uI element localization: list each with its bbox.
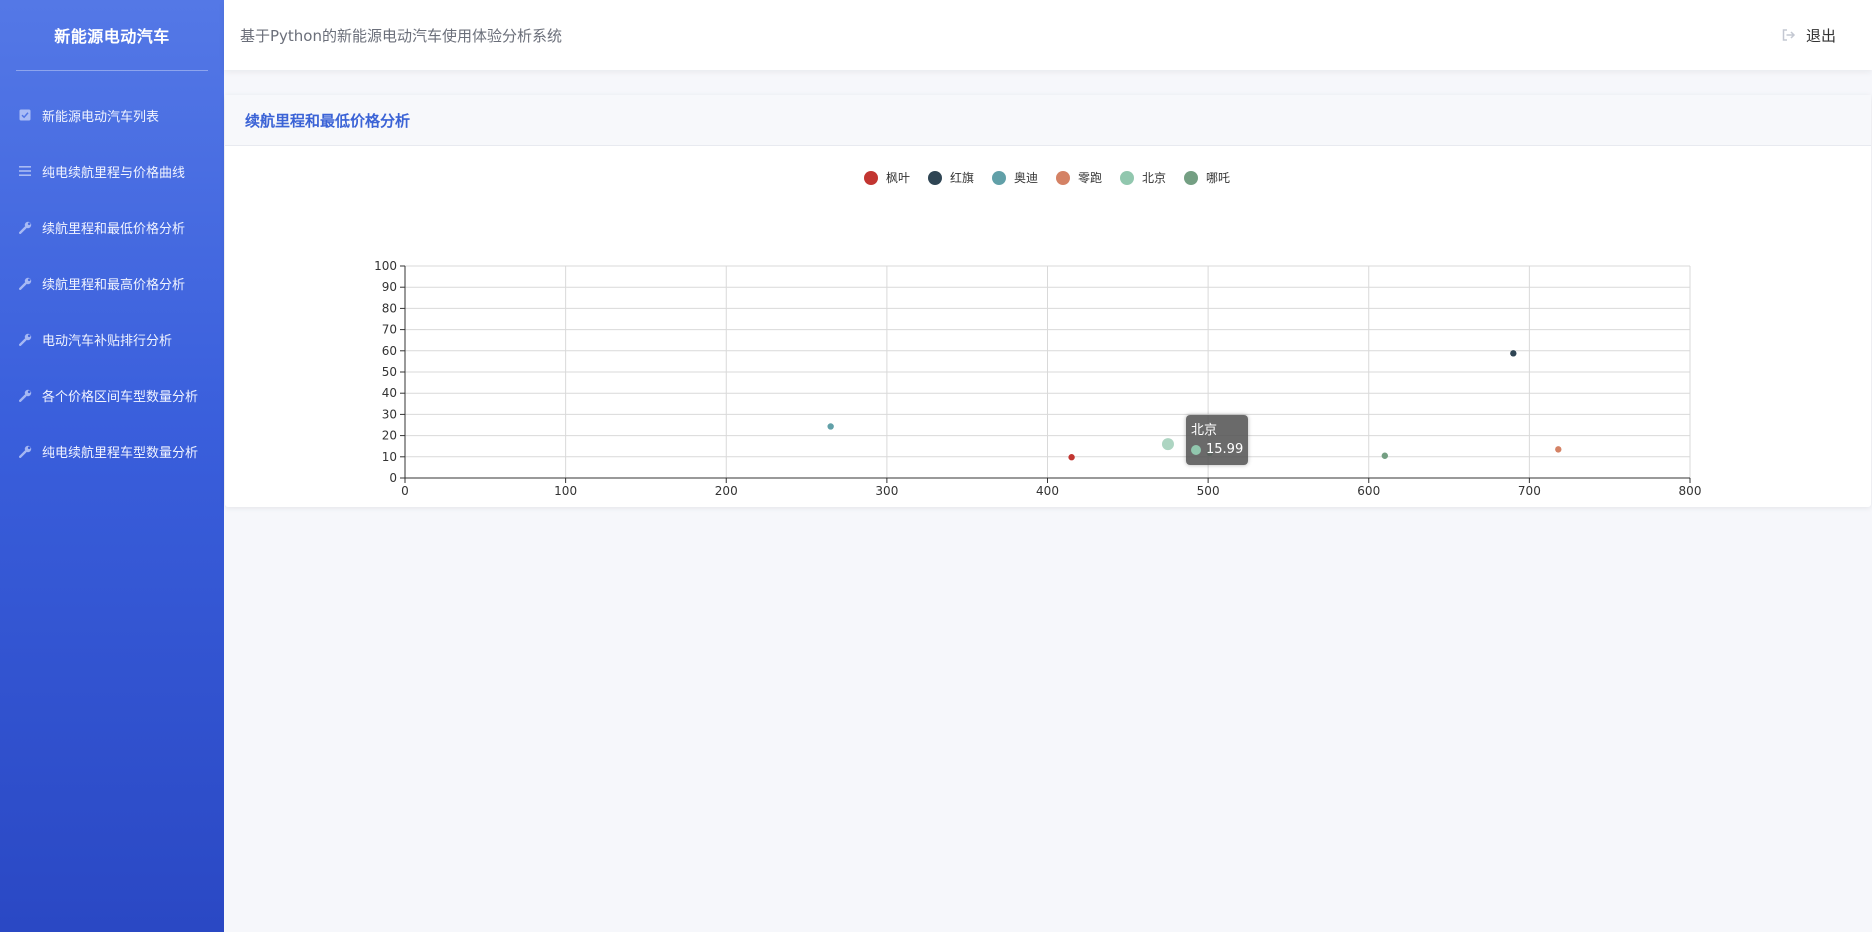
y-tick-label: 90: [382, 280, 397, 294]
sidebar-item-label: 续航里程和最高价格分析: [42, 277, 186, 293]
sidebar-item-range-price-curve[interactable]: 纯电续航里程与价格曲线: [0, 143, 224, 199]
brand-title: 新能源电动汽车: [54, 27, 170, 46]
sidebar-item-price-range-count[interactable]: 各个价格区间车型数量分析: [0, 367, 224, 423]
sidebar-item-range-model-count[interactable]: 纯电续航里程车型数量分析: [0, 423, 224, 479]
sidebar-item-label: 各个价格区间车型数量分析: [42, 389, 199, 405]
legend-marker: [928, 171, 942, 185]
y-tick-label: 60: [382, 344, 397, 358]
sidebar-item-ev-list[interactable]: 新能源电动汽车列表: [0, 87, 224, 143]
wrench-icon: [18, 276, 32, 290]
x-tick-label: 200: [715, 484, 738, 498]
sidebar-item-subsidy-ranking[interactable]: 电动汽车补贴排行分析: [0, 311, 224, 367]
y-tick-label: 10: [382, 450, 397, 464]
card-header: 续航里程和最低价格分析: [225, 95, 1871, 146]
legend-label: 零跑: [1078, 171, 1102, 185]
checkbox-icon: [18, 108, 32, 122]
y-tick-label: 50: [382, 365, 397, 379]
top-header: 基于Python的新能源电动汽车使用体验分析系统 退出: [224, 0, 1872, 70]
y-tick-label: 70: [382, 323, 397, 337]
data-point: [1068, 454, 1075, 461]
card-title: 续航里程和最低价格分析: [245, 111, 411, 130]
y-tick-label: 0: [389, 471, 397, 485]
chart-tooltip: 北京 15.99: [1186, 415, 1249, 465]
y-tick-label: 20: [382, 429, 397, 443]
logout-label: 退出: [1805, 26, 1836, 45]
sidebar-item-label: 新能源电动汽车列表: [42, 109, 160, 125]
divider: [16, 70, 208, 71]
x-tick-label: 0: [401, 484, 409, 498]
x-tick-label: 400: [1036, 484, 1059, 498]
legend-label: 红旗: [950, 170, 974, 185]
wrench-icon: [18, 388, 32, 402]
x-tick-label: 500: [1197, 484, 1220, 498]
sidebar-item-range-max-price[interactable]: 续航里程和最高价格分析: [0, 255, 224, 311]
legend-label: 北京: [1142, 171, 1166, 185]
sign-out-icon: [1782, 29, 1796, 41]
sidebar-item-label: 续航里程和最低价格分析: [42, 221, 186, 237]
legend-marker: [1056, 171, 1070, 185]
sidebar-item-range-min-price[interactable]: 续航里程和最低价格分析: [0, 199, 224, 255]
data-point: [827, 423, 834, 430]
data-point: [1555, 446, 1562, 453]
y-tick-label: 40: [382, 386, 397, 400]
logout-button[interactable]: 退出: [1782, 25, 1836, 46]
legend-marker: [1120, 171, 1134, 185]
sidebar: 新能源电动汽车 新能源电动汽车列表 纯电续航里程与价格曲线 续航里程和最低价格分…: [0, 0, 224, 932]
x-tick-label: 600: [1357, 484, 1380, 498]
legend-marker: [1184, 171, 1198, 185]
y-tick-label: 80: [382, 301, 397, 315]
y-tick-label: 30: [382, 407, 397, 421]
legend-label: 奥迪: [1014, 171, 1038, 185]
x-tick-label: 700: [1518, 484, 1541, 498]
tooltip-series-name: 北京: [1191, 423, 1218, 438]
x-tick-label: 800: [1679, 484, 1702, 498]
legend-label: 哪吒: [1206, 171, 1230, 185]
list-icon: [18, 164, 32, 178]
data-point: [1381, 452, 1389, 459]
tooltip-value: 15.99: [1206, 442, 1244, 457]
sidebar-nav: 新能源电动汽车列表 纯电续航里程与价格曲线 续航里程和最低价格分析 续航里程和最…: [0, 87, 224, 479]
sidebar-item-label: 纯电续航里程与价格曲线: [42, 165, 186, 181]
chart-card: 续航里程和最低价格分析 0 10 20 30 40 50 60 70 80 90 100 0 100 20…: [225, 95, 1871, 507]
chart-area: 0 10 20 30 40 50 60 70 80 90 100 0 100 200 300 400 500 60…: [225, 146, 1871, 506]
y-tick-label: 100: [374, 259, 397, 273]
wrench-icon: [18, 332, 32, 346]
system-title: 基于Python的新能源电动汽车使用体验分析系统: [240, 26, 562, 45]
x-tick-label: 300: [875, 484, 898, 498]
legend-marker: [992, 171, 1006, 185]
wrench-icon: [18, 220, 32, 234]
sidebar-item-label: 电动汽车补贴排行分析: [42, 333, 173, 349]
data-point: [1510, 350, 1517, 357]
x-tick-label: 100: [554, 484, 577, 498]
tooltip-marker: [1191, 444, 1201, 455]
legend-label: 枫叶: [886, 170, 910, 185]
data-point: [1161, 438, 1174, 451]
scatter-chart: 0 10 20 30 40 50 60 70 80 90 100 0 100 200 300 400 500 60…: [374, 170, 1702, 498]
legend-marker: [864, 171, 878, 185]
sidebar-item-label: 纯电续航里程车型数量分析: [42, 445, 199, 461]
wrench-icon: [18, 444, 32, 458]
